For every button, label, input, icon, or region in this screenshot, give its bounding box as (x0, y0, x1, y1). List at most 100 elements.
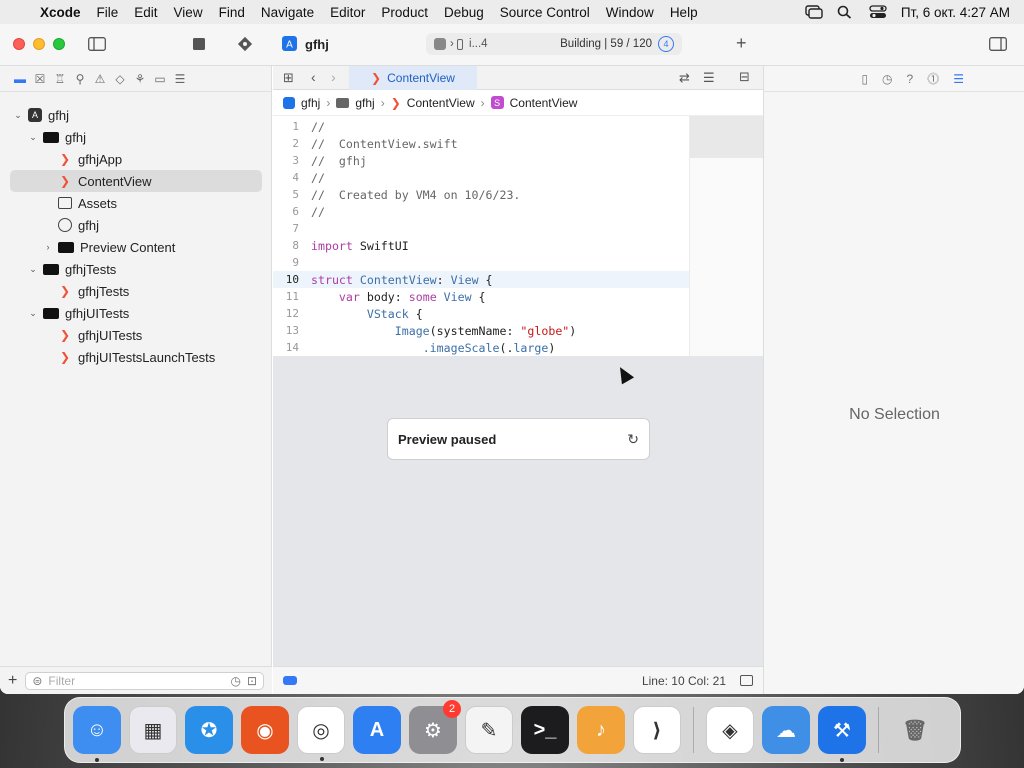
menu-navigate[interactable]: Navigate (261, 5, 324, 20)
attributes-inspector-tab-icon[interactable]: ☰ (953, 72, 964, 86)
activity-status-bar[interactable]: › i...4 Building | 59 / 120 4 (426, 33, 682, 55)
code-line[interactable]: 7 (273, 220, 689, 237)
code-line[interactable]: 4 // (273, 169, 689, 186)
add-file-button[interactable]: + (8, 672, 17, 690)
code-line[interactable]: 9 (273, 254, 689, 271)
menu-xcode[interactable]: Xcode (40, 5, 91, 20)
file-tree-row[interactable]: ⌄ gfhjUITests (0, 302, 272, 324)
preview-canvas[interactable]: Preview paused ↻ (273, 356, 763, 666)
code-line[interactable]: 10 struct ContentView: View { (273, 271, 689, 288)
issue-count-badge[interactable]: 4 (658, 36, 674, 52)
scm-filter-icon[interactable]: ⊡ (247, 674, 257, 688)
related-items-icon[interactable]: ⊞ (283, 71, 294, 84)
breadcrumb-symbol[interactable]: ContentView (510, 96, 578, 110)
refresh-canvas-icon[interactable]: ⇄ (679, 71, 690, 84)
debug-area-toggle-icon[interactable] (283, 676, 297, 685)
menu-window[interactable]: Window (606, 5, 664, 20)
code-line[interactable]: 12 VStack { (273, 305, 689, 322)
window-zoom-button[interactable] (53, 38, 65, 50)
forward-arrow-icon[interactable]: › (331, 70, 336, 84)
code-line[interactable]: 1 // (273, 118, 689, 135)
dock-app-instruments[interactable]: ♪ (577, 706, 625, 754)
breadcrumb-project[interactable]: gfhj (301, 96, 320, 110)
dock-app-textedit[interactable]: ✎ (465, 706, 513, 754)
file-tree-row[interactable]: ⌄ gfhjTests (0, 258, 272, 280)
run-destination[interactable]: i...4 (469, 38, 488, 50)
dock-app-visual-studio[interactable]: ◈ (706, 706, 754, 754)
dock-app-safari[interactable]: ✪ (185, 706, 233, 754)
menu-view[interactable]: View (174, 5, 213, 20)
source-control-navigator-tab-icon[interactable]: ☒ (30, 72, 50, 86)
code-line[interactable]: 3 // gfhj (273, 152, 689, 169)
find-navigator-tab-icon[interactable]: ⚲ (70, 72, 90, 86)
dock-app-system-settings[interactable]: ⚙ 2 (409, 700, 461, 754)
window-minimize-button[interactable] (33, 38, 45, 50)
test-navigator-tab-icon[interactable]: ◇ (110, 72, 130, 86)
resume-preview-icon[interactable]: ↻ (627, 431, 639, 448)
menu-edit[interactable]: Edit (134, 5, 167, 20)
dock-app-launchpad[interactable]: ▦ (129, 706, 177, 754)
disclosure-open-icon[interactable]: ⌄ (27, 308, 39, 319)
navigator-filter-field[interactable]: ⊜ Filter ◷ ⊡ (25, 671, 264, 690)
minimap[interactable] (689, 116, 764, 356)
split-editor-icon[interactable]: ⊟ (739, 70, 750, 83)
file-tree-row[interactable]: › Preview Content (0, 236, 272, 258)
accessibility-inspector-tab-icon[interactable]: ⓵ (927, 70, 939, 87)
minimize-debug-icon[interactable] (740, 675, 753, 686)
disclosure-open-icon[interactable]: ⌄ (12, 110, 24, 121)
dock-trash[interactable]: 🗑 (891, 706, 939, 754)
debug-navigator-tab-icon[interactable]: ⚘ (130, 72, 150, 86)
breadcrumb-folder[interactable]: gfhj (355, 96, 374, 110)
quick-help-tab-icon[interactable]: ? (907, 72, 914, 86)
menu-file[interactable]: File (97, 5, 129, 20)
menu-find[interactable]: Find (219, 5, 255, 20)
code-line[interactable]: 11 var body: some View { (273, 288, 689, 305)
file-inspector-tab-icon[interactable]: ▯ (861, 72, 868, 86)
file-tree-row[interactable]: ❯ gfhjApp (0, 148, 272, 170)
dock-app-weather[interactable]: ☁ (762, 706, 810, 754)
sidebar-toggle-icon[interactable] (88, 37, 106, 53)
menu-source-control[interactable]: Source Control (500, 5, 600, 20)
code-line[interactable]: 2 // ContentView.swift (273, 135, 689, 152)
spotlight-search-icon[interactable] (837, 5, 855, 19)
history-inspector-tab-icon[interactable]: ◷ (882, 72, 892, 86)
window-close-button[interactable] (13, 38, 25, 50)
dock-app-finder[interactable]: ☺ (73, 706, 121, 762)
file-tree-row[interactable]: ❯ gfhjTests (0, 280, 272, 302)
minimap-visible-region[interactable] (690, 116, 764, 158)
disclosure-closed-icon[interactable]: › (42, 242, 54, 252)
dock-app-xcode[interactable]: ⚒ (818, 706, 866, 762)
recent-files-icon[interactable]: ◷ (230, 674, 240, 688)
report-navigator-tab-icon[interactable]: ☰ (170, 72, 190, 86)
dock-app-firefox[interactable]: ◉ (241, 706, 289, 754)
code-line[interactable]: 13 Image (systemName: "globe") (273, 322, 689, 339)
control-center-icon[interactable] (869, 5, 887, 19)
dock-app-chrome[interactable]: ◎ (297, 706, 345, 761)
code-line[interactable]: 5 // Created by VM4 on 10/6/23. (273, 186, 689, 203)
disclosure-open-icon[interactable]: ⌄ (27, 264, 39, 275)
code-editor[interactable]: 1 // 2 // ContentView.swift 3 // gfhj 4 // 5 // C… (273, 116, 764, 356)
breadcrumb-file[interactable]: ContentView (407, 96, 475, 110)
file-tree-row[interactable]: ⌄ gfhj (0, 126, 272, 148)
dock-app-app-store[interactable]: A (353, 706, 401, 754)
issue-navigator-tab-icon[interactable]: ⚠ (90, 72, 110, 86)
back-arrow-icon[interactable]: ‹ (311, 70, 316, 84)
menu-product[interactable]: Product (381, 5, 438, 20)
file-tree-row[interactable]: ❯ gfhjUITests (0, 324, 272, 346)
inspector-toggle-icon[interactable] (989, 37, 1007, 53)
dock-app-visual-studio-code[interactable]: ⟩ (633, 706, 681, 754)
project-title[interactable]: gfhj (305, 37, 329, 52)
code-line[interactable]: 8 import SwiftUI (273, 237, 689, 254)
editor-options-icon[interactable]: ☰ (703, 71, 715, 84)
source-control-icon[interactable] (237, 36, 253, 54)
file-tree-row[interactable]: gfhj (0, 214, 272, 236)
disclosure-open-icon[interactable]: ⌄ (27, 132, 39, 143)
file-tree-row[interactable]: ❯ ContentView (10, 170, 262, 192)
file-tree-row[interactable]: ⌄ Agfhj (0, 104, 272, 126)
menu-help[interactable]: Help (670, 5, 708, 20)
screen-mirroring-icon[interactable] (805, 5, 823, 19)
add-library-button[interactable]: + (736, 34, 747, 52)
code-line[interactable]: 6 // (273, 203, 689, 220)
code-line[interactable]: 14 .imageScale (. large) (273, 339, 689, 356)
file-tree-row[interactable]: ❯ gfhjUITestsLaunchTests (0, 346, 272, 368)
